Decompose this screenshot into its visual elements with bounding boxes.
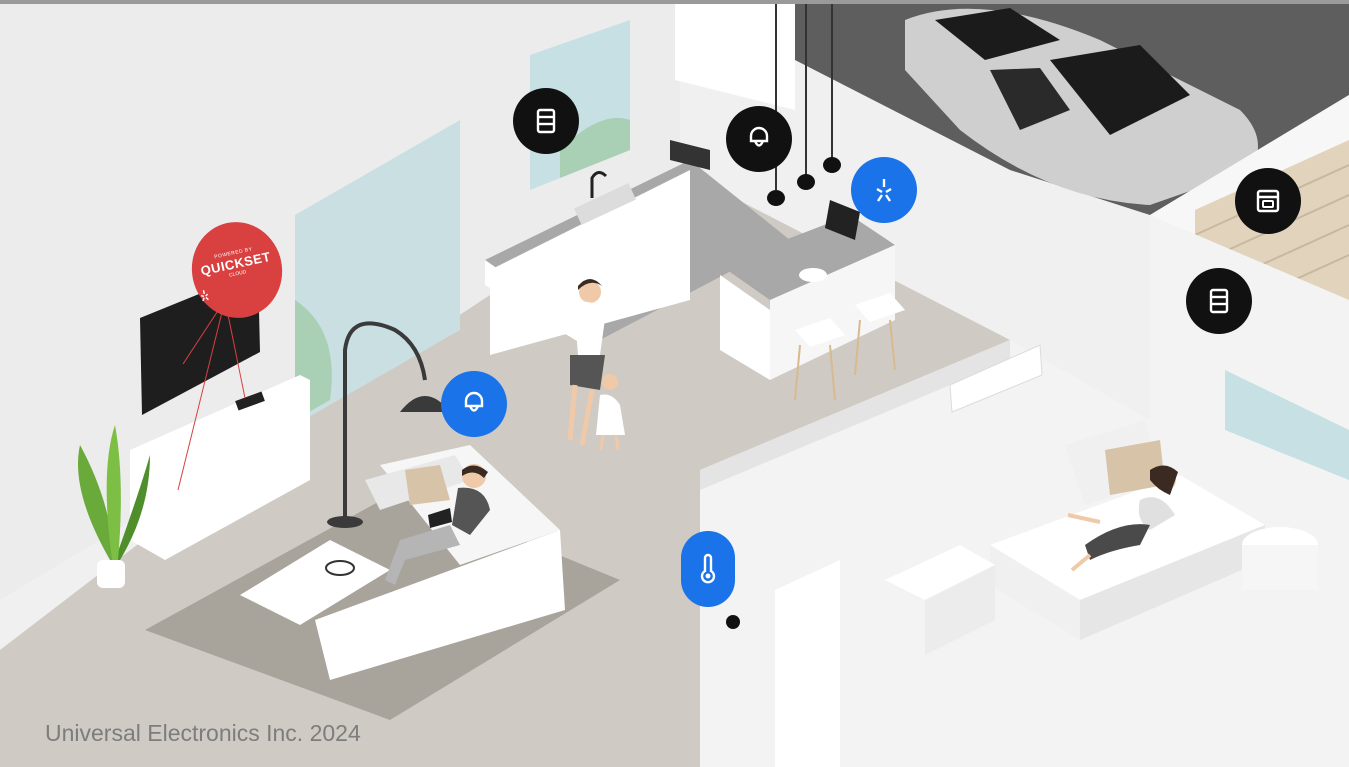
kitchen-hub-badge[interactable] (851, 157, 917, 223)
thermostat-badge[interactable] (681, 531, 735, 607)
hub-icon (876, 179, 892, 202)
lightbulb-icon (749, 126, 769, 147)
blinds-icon (1209, 288, 1229, 314)
garage-door-icon (1256, 189, 1280, 213)
bedroom-blinds-badge[interactable] (1186, 268, 1252, 334)
lightbulb-icon (464, 391, 484, 412)
smart-home-illustration: POWERED BY QUICKSET CLOUD Universal Elec… (0, 0, 1349, 767)
copyright-text: Universal Electronics Inc. 2024 (45, 720, 361, 746)
garage-door-badge[interactable] (1235, 168, 1301, 234)
house-scene (0, 0, 1349, 767)
living-light-badge[interactable] (441, 371, 507, 437)
kitchen-blinds-badge[interactable] (513, 88, 579, 154)
thermometer-icon (700, 553, 716, 584)
blinds-icon (536, 108, 556, 134)
kitchen-light-badge[interactable] (726, 106, 792, 172)
